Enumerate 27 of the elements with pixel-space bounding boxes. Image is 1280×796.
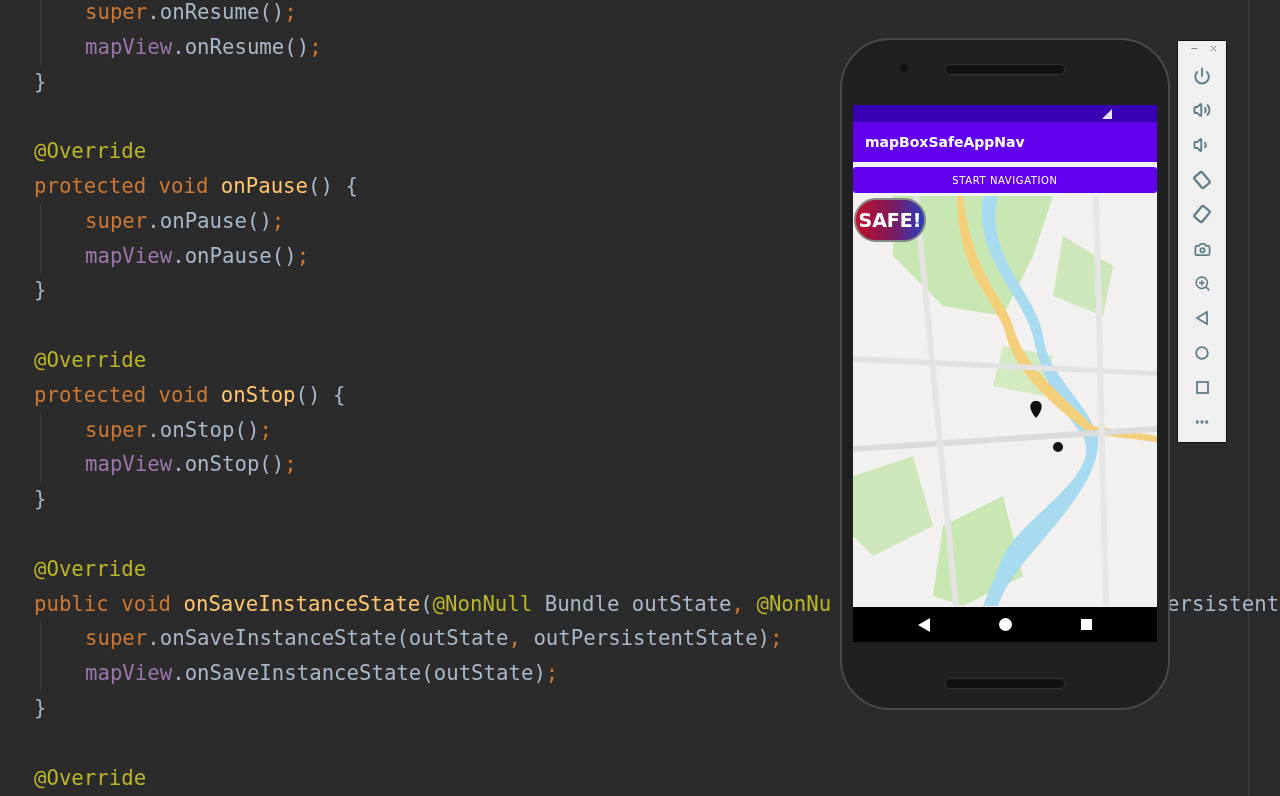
recents-icon[interactable] xyxy=(1081,619,1093,630)
code-line: protected void onPause() { xyxy=(34,173,358,200)
code-line: @Override xyxy=(34,346,147,374)
code-line: super.onResume(); xyxy=(85,0,297,26)
code-line: } xyxy=(34,68,47,96)
code-line: } xyxy=(34,694,47,722)
code-line: @Override xyxy=(34,138,147,166)
home-icon[interactable] xyxy=(999,618,1012,631)
code-line: mapView.onStop(); xyxy=(85,451,297,479)
code-line: protected void onStop() { xyxy=(34,381,346,409)
code-line: mapView.onPause(); xyxy=(85,242,310,270)
back-icon[interactable] xyxy=(917,617,930,632)
code-line: public void onSaveInstanceState(@NonNull Bundle outState, @NonNu xyxy=(34,590,832,618)
close-icon[interactable] xyxy=(1209,44,1218,53)
code-line: super.onSaveInstanceState(outState, outPersistentState); xyxy=(85,625,783,653)
code-line: } xyxy=(34,277,47,305)
app-title: mapBoxSafeAppNav xyxy=(853,122,1157,162)
code-line: mapView.onSaveInstanceState(outState); xyxy=(85,660,559,688)
code-line: } xyxy=(34,486,47,514)
code-line: super.onStop(); xyxy=(85,416,272,444)
signal-icon xyxy=(1102,108,1112,119)
code-line: super.onPause(); xyxy=(85,207,285,235)
code-line: @Override xyxy=(34,764,147,792)
code-line: mapView.onResume(); xyxy=(85,33,322,61)
code-line: @Override xyxy=(34,555,147,583)
code-line: ersistent xyxy=(1167,590,1280,618)
start-navigation-button[interactable]: START NAVIGATION xyxy=(853,167,1157,193)
